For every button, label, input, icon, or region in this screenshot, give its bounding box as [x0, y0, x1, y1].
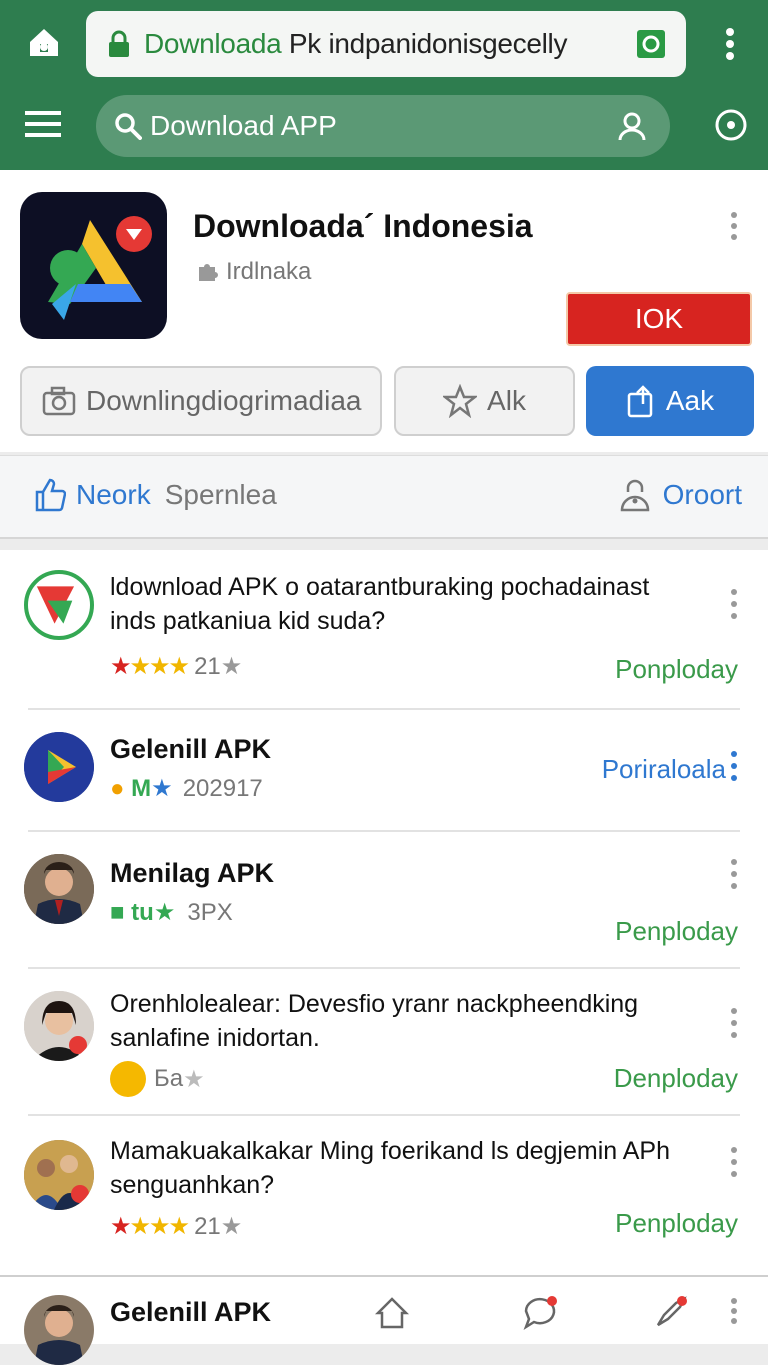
- list-item[interactable]: Orenhlolealear: Devesfio yranr nackpheen…: [0, 969, 768, 1116]
- url-bar[interactable]: Downloada Pk indpanidonisgecelly: [86, 11, 686, 77]
- filter-label-primary[interactable]: Neork: [76, 479, 151, 511]
- download-button[interactable]: Poriraloala: [602, 754, 726, 785]
- favorite-button[interactable]: Alk: [394, 366, 575, 436]
- list-item-title: Mamakuakalkakar Ming foerikand ls degjem…: [110, 1137, 670, 1199]
- search-icon: [115, 113, 142, 140]
- play-avatar-icon: [24, 732, 94, 802]
- app-developer: Irdlnaka: [196, 258, 311, 286]
- list-item-title: ldownload APK o oatarantburaking pochada…: [110, 573, 650, 635]
- list-item[interactable]: Gelenill APK ● M★ 202917 Poriraloala: [0, 710, 768, 832]
- filter-label-secondary[interactable]: Spernlea: [165, 479, 277, 511]
- app-title: Downloada´ Indonesia: [193, 208, 533, 244]
- more-vert-icon[interactable]: [728, 1146, 740, 1178]
- target-icon[interactable]: [714, 108, 748, 142]
- meta-text: Бa: [154, 1065, 184, 1092]
- app-card: Downloada´ Indonesia Irdlnaka IOK Downli…: [0, 170, 768, 452]
- app-avatar-icon: [24, 570, 94, 640]
- badge-icons: ● M★: [110, 775, 173, 802]
- rating-stars-icon: ★★★★: [110, 653, 190, 680]
- search-input[interactable]: Download APP: [150, 110, 616, 142]
- more-vert-icon[interactable]: [724, 1295, 744, 1331]
- camera-icon: [42, 386, 76, 416]
- more-vert-icon[interactable]: [718, 24, 742, 64]
- list-item-meta: ★★★★ 21 ★: [110, 652, 243, 681]
- more-vert-icon[interactable]: [728, 1007, 740, 1039]
- share-button[interactable]: Aak: [586, 366, 754, 436]
- person-avatar: [24, 991, 94, 1061]
- person-avatar: [24, 854, 94, 924]
- screenshot-button-label: Downlingdiogrimadiaa: [86, 385, 362, 416]
- list-item[interactable]: Mamakuakalkakar Ming foerikand ls degjem…: [0, 1116, 768, 1275]
- lock-icon: [109, 30, 129, 57]
- group-avatar: [24, 1140, 94, 1210]
- rocket-icon[interactable]: [652, 1295, 688, 1331]
- badge-icons: ■ tu★: [110, 899, 176, 926]
- lock-person-icon: [620, 479, 649, 512]
- url-domain: Downloada: [144, 28, 282, 59]
- more-vert-icon[interactable]: [728, 750, 740, 782]
- list-item[interactable]: Menilag APK ■ tu★ 3PX Penploday: [0, 832, 768, 969]
- search-bar[interactable]: Download APP: [96, 95, 670, 157]
- rating-count: 21: [194, 1212, 221, 1240]
- download-button[interactable]: Denploday: [614, 1063, 738, 1094]
- more-vert-icon[interactable]: [724, 210, 744, 242]
- url-text[interactable]: Downloada Pk indpanidonisgecelly: [144, 28, 636, 60]
- star-icon: [443, 384, 478, 418]
- list-item[interactable]: ldownload APK o oatarantburaking pochada…: [0, 550, 768, 710]
- version-number: 3PX: [187, 898, 233, 926]
- filter-bar: Neork Spernlea Oroort: [0, 455, 768, 539]
- favorite-button-label: Alk: [487, 385, 526, 416]
- app-logo-icon: [20, 192, 167, 339]
- home-icon[interactable]: [374, 1295, 410, 1331]
- thumbs-up-icon: [35, 478, 66, 512]
- app-list: ldownload APK o oatarantburaking pochada…: [0, 550, 768, 1275]
- list-item-meta: ● M★ 202917: [110, 774, 263, 803]
- list-item-meta: Бa ★: [110, 1061, 205, 1097]
- sort-label: Oroort: [662, 479, 742, 510]
- sort-button[interactable]: Oroort: [619, 478, 742, 512]
- browser-toolbar: Downloada Pk indpanidonisgecelly Downloa…: [0, 0, 768, 170]
- download-button[interactable]: Penploday: [615, 916, 738, 947]
- person-avatar: [24, 1295, 94, 1365]
- list-item-meta: ★★★★ 21 ★: [110, 1212, 243, 1241]
- more-vert-icon[interactable]: [728, 588, 740, 620]
- list-item-title: Menilag APK: [110, 858, 275, 888]
- tabs-icon[interactable]: [636, 29, 666, 59]
- rating-stars-icon: ★★★★: [110, 1213, 190, 1240]
- hamburger-menu-icon[interactable]: [24, 108, 62, 140]
- screenshot-button[interactable]: Downlingdiogrimadiaa: [20, 366, 382, 436]
- url-path: Pk indpanidonisgecelly: [281, 28, 568, 59]
- more-vert-icon[interactable]: [728, 858, 740, 890]
- home-icon[interactable]: [24, 22, 64, 62]
- account-icon[interactable]: [616, 110, 648, 142]
- app-developer-name: Irdlnaka: [226, 258, 312, 285]
- version-number: 202917: [182, 774, 263, 802]
- download-button[interactable]: Penploday: [615, 1208, 738, 1239]
- list-item-meta: ■ tu★ 3PX: [110, 898, 233, 927]
- list-item-title: Gelenill APK: [110, 1297, 272, 1327]
- bottom-nav: Gelenill APK: [0, 1275, 768, 1365]
- share-button-label: Aak: [665, 385, 715, 416]
- chat-icon[interactable]: [522, 1295, 558, 1331]
- emoji-icon: [110, 1061, 146, 1097]
- puzzle-icon: [199, 264, 218, 281]
- filter-left[interactable]: Neork Spernlea: [34, 478, 277, 512]
- rating-count: 21: [194, 652, 221, 680]
- install-button[interactable]: IOK: [566, 292, 752, 346]
- share-icon: [627, 385, 653, 418]
- list-item-title: Orenhlolealear: Devesfio yranr nackpheen…: [110, 990, 639, 1052]
- download-button[interactable]: Ponploday: [615, 654, 738, 685]
